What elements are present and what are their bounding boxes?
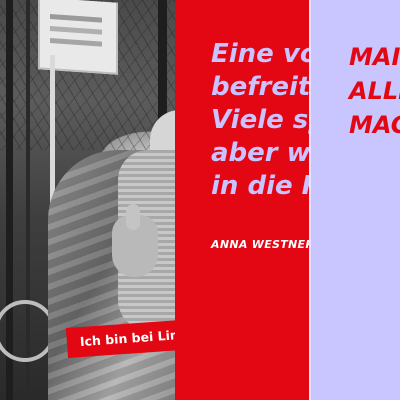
quote-line: befreit [211,72,309,102]
slogan-line: MAI [349,43,400,71]
quote-line: Eine vo [211,39,309,69]
thumb [126,204,140,230]
slogan-line: MAC [349,111,400,139]
quote-line: in die K [211,171,309,201]
quote-line: Viele sp [211,105,309,135]
quote-text: Eine vo befreit Viele sp aber w in die K [211,38,309,203]
carousel-frame: Ich bin bei Linke Eine vo befreit Viele … [0,0,400,400]
slogan-text: MAI ALLI MAC [349,40,400,142]
slogan-slide[interactable]: MAI ALLI MAC [309,0,400,400]
slogan-line: ALLI [349,77,400,105]
quote-slide[interactable]: Eine vo befreit Viele sp aber w in die K… [175,0,309,400]
quote-line: aber w [211,138,309,168]
quote-author: ANNA WESTNER [211,238,309,251]
photo-slide[interactable]: Ich bin bei Linke [0,0,175,400]
